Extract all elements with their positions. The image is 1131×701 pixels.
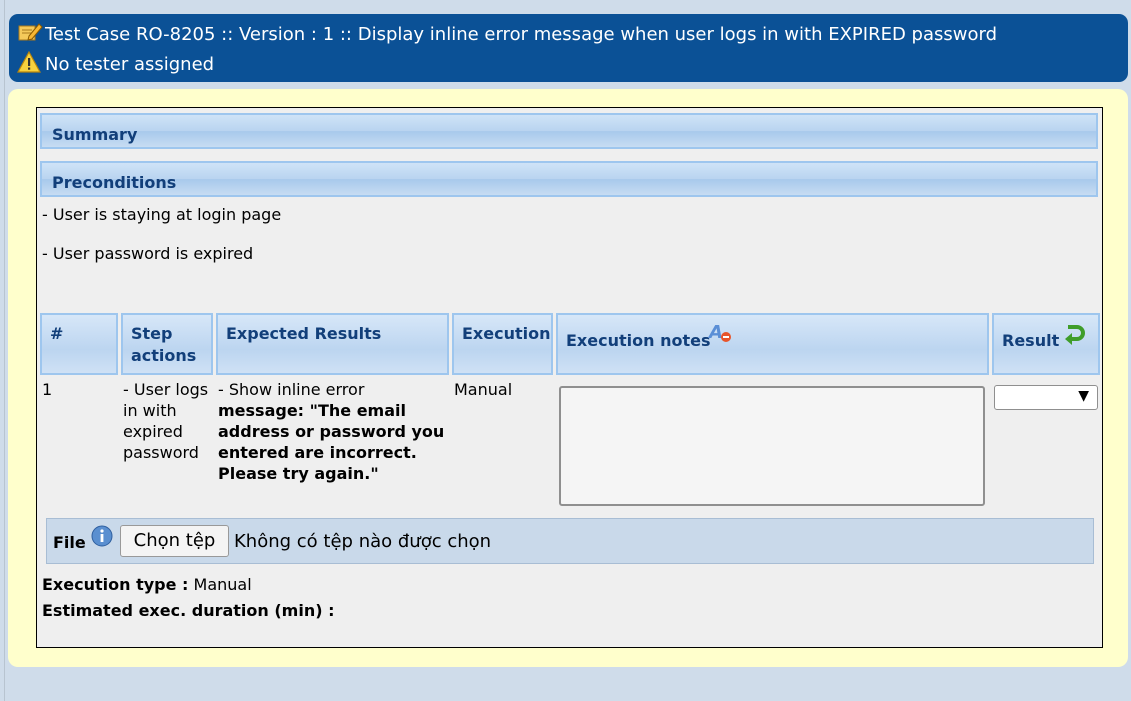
expected-result-line: address or password you <box>218 422 445 441</box>
step-action: - User logs in with expired password <box>123 379 215 463</box>
test-case-header: Test Case RO-8205 :: Version : 1 :: Disp… <box>9 14 1128 82</box>
warning-icon <box>16 50 42 77</box>
preconditions-label: Preconditions <box>52 173 177 192</box>
col-header-execution-notes-label: Execution notes <box>566 331 711 350</box>
no-file-chosen-text: Không có tệp nào được chọn <box>234 531 492 552</box>
tester-status: No tester assigned <box>45 54 215 75</box>
precondition-item: - User password is expired <box>42 244 254 263</box>
col-header-expected-results-label: Expected Results <box>226 324 382 343</box>
execution-type-label: Execution type : <box>42 575 189 594</box>
page-edge-line <box>4 0 5 701</box>
execution-type-row: Execution type : Manual <box>42 575 252 594</box>
estimated-duration-label: Estimated exec. duration (min) : <box>42 601 335 620</box>
col-header-number: # <box>40 313 118 375</box>
step-number: 1 <box>42 380 53 399</box>
col-header-execution-label: Execution <box>462 324 551 343</box>
info-icon[interactable] <box>91 525 113 551</box>
expected-result-line: - Show inline error <box>218 380 365 399</box>
result-select[interactable]: ▼ <box>994 385 1098 410</box>
apply-result-icon[interactable] <box>1062 323 1086 351</box>
expected-result-line: Please try again." <box>218 464 379 483</box>
dropdown-arrow-icon: ▼ <box>1078 388 1089 404</box>
col-header-expected-results: Expected Results <box>216 313 449 375</box>
choose-file-button[interactable]: Chọn tệp <box>120 525 229 557</box>
file-label: File <box>53 533 86 552</box>
precondition-item: - User is staying at login page <box>42 205 282 224</box>
step-action-line: in with <box>123 401 177 420</box>
bulk-notes-icon[interactable]: A <box>707 321 734 349</box>
test-case-title: Test Case RO-8205 :: Version : 1 :: Disp… <box>45 24 997 45</box>
summary-label: Summary <box>52 125 138 144</box>
execution-notes-textarea[interactable] <box>559 386 985 506</box>
svg-text:A: A <box>708 322 723 343</box>
summary-section-toggle[interactable]: Summary <box>40 113 1098 149</box>
expected-result-line: entered are incorrect. <box>218 443 417 462</box>
step-action-line: expired <box>123 422 183 441</box>
col-header-step-actions-line1: Step <box>131 324 173 343</box>
col-header-result-label: Result <box>1002 331 1060 350</box>
col-header-step-actions: Step actions <box>121 313 213 375</box>
step-action-line: - User logs <box>123 380 209 399</box>
edit-icon[interactable] <box>17 20 43 48</box>
execution-type-value: Manual <box>193 575 252 594</box>
execution-panel: Summary Preconditions - User is staying … <box>36 107 1103 648</box>
col-header-execution: Execution <box>452 313 553 375</box>
col-header-number-label: # <box>50 324 64 343</box>
expected-result-line: message: "The email <box>218 401 406 420</box>
step-expected-result: - Show inline error message: "The email … <box>218 379 450 484</box>
step-execution-type: Manual <box>454 380 513 399</box>
file-upload-bar: File Chọn tệp Không có tệp nào được chọn <box>46 518 1094 564</box>
preconditions-section-toggle[interactable]: Preconditions <box>40 161 1098 197</box>
col-header-result: Result <box>992 313 1100 375</box>
step-action-line: password <box>123 443 199 462</box>
col-header-step-actions-line2: actions <box>131 346 197 365</box>
col-header-execution-notes: Execution notes A <box>556 313 989 375</box>
